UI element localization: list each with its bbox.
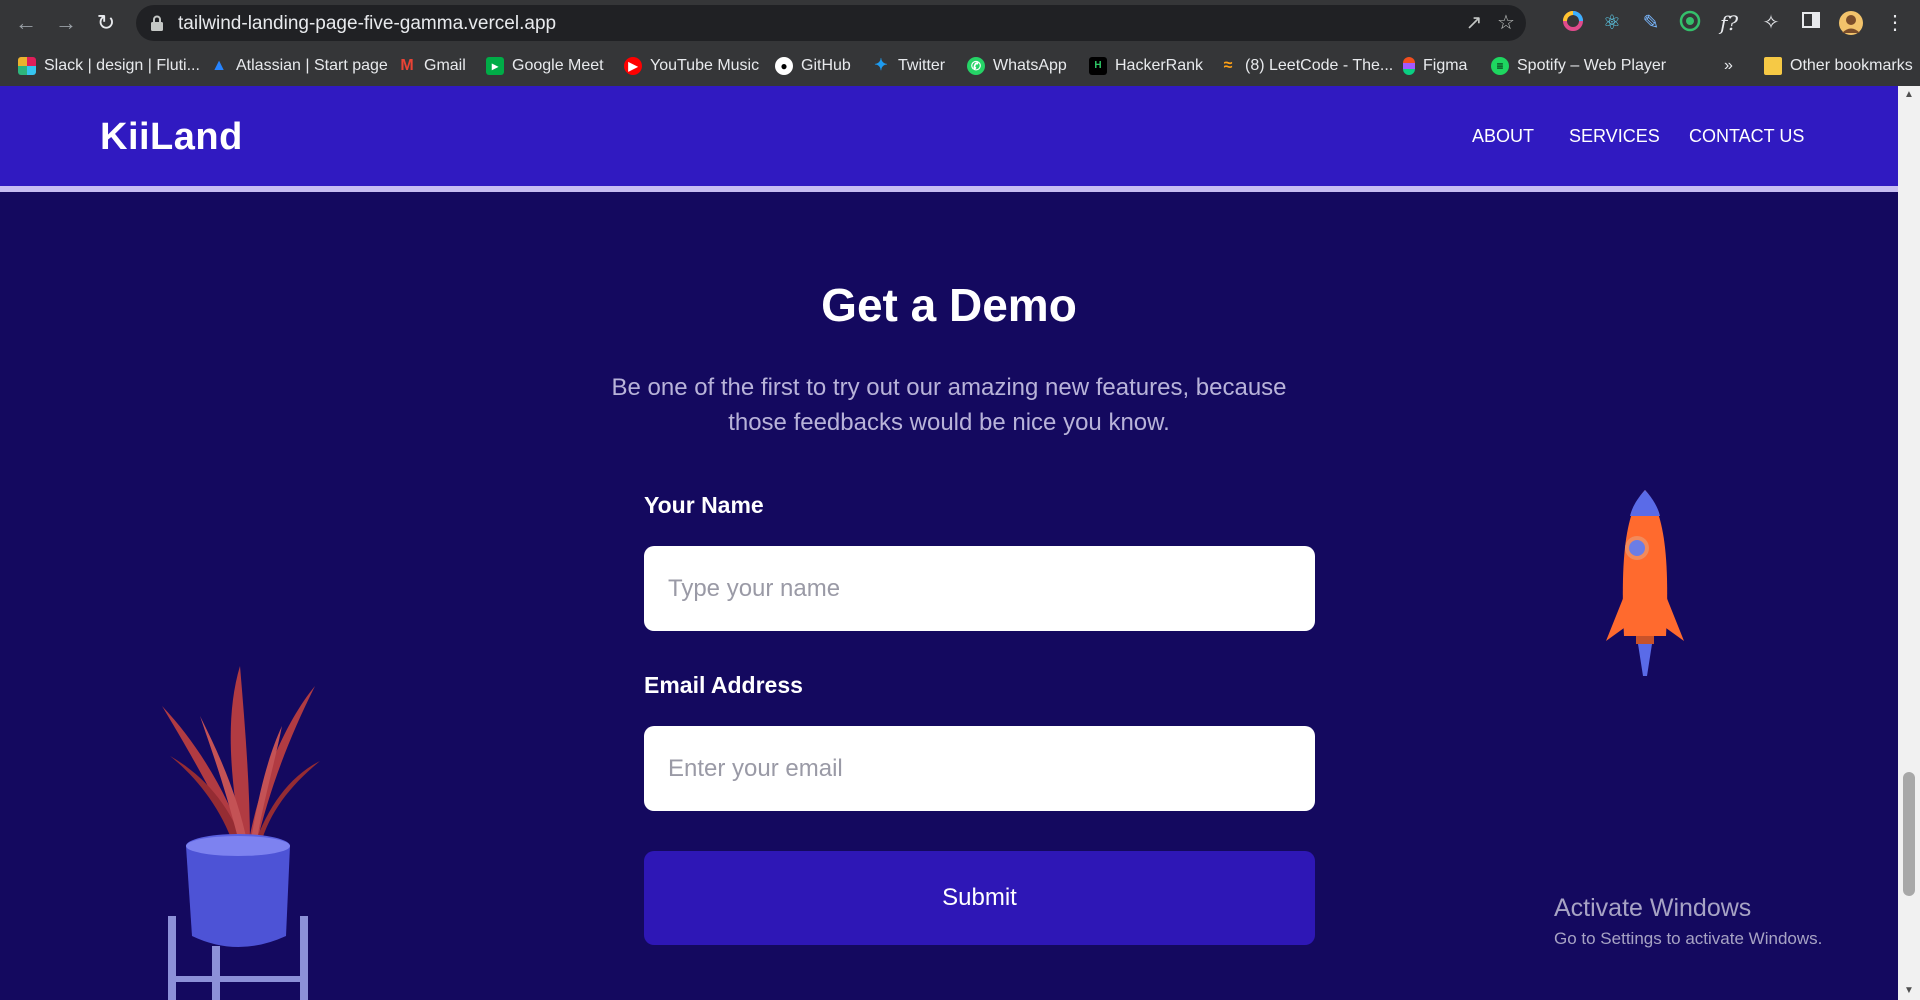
bookmark-slack[interactable]: Slack | design | Fluti...	[18, 54, 200, 78]
target-extension-icon[interactable]	[1677, 10, 1703, 36]
browser-chrome: ← → ↻ tailwind-landing-page-five-gamma.v…	[0, 0, 1920, 86]
whatsapp-icon: ✆	[967, 57, 985, 75]
demo-title: Get a Demo	[821, 279, 1077, 331]
forward-icon[interactable]: →	[54, 11, 78, 35]
page-scrollbar[interactable]: ▲ ▼	[1898, 86, 1920, 1000]
address-bar[interactable]: tailwind-landing-page-five-gamma.vercel.…	[136, 5, 1526, 41]
profile-avatar-icon[interactable]	[1838, 10, 1864, 36]
bookmarks-bar: Slack | design | Fluti... ▲ Atlassian | …	[0, 46, 1920, 86]
puzzle-icon[interactable]: ✧	[1758, 10, 1784, 36]
url-text: tailwind-landing-page-five-gamma.vercel.…	[178, 13, 557, 34]
twitter-icon: ✦	[874, 57, 888, 74]
name-input[interactable]	[644, 546, 1315, 631]
email-label: Email Address	[644, 672, 803, 698]
bookmark-label: Figma	[1423, 57, 1468, 74]
bookmark-label: Atlassian | Start page	[236, 57, 388, 74]
gmail-icon: M	[400, 57, 414, 74]
bookmark-label: Google Meet	[512, 57, 604, 74]
leetcode-icon: ≈	[1223, 57, 1233, 74]
bookmark-label: Gmail	[424, 57, 466, 74]
bookmark-spotify[interactable]: ≡ Spotify – Web Player	[1491, 54, 1666, 78]
scroll-down-icon[interactable]: ▼	[1898, 982, 1920, 1000]
name-label: Your Name	[644, 492, 764, 518]
github-icon: ●	[775, 57, 793, 75]
pen-extension-icon[interactable]: ✎	[1638, 10, 1664, 36]
bookmark-label: Other bookmarks	[1790, 57, 1913, 74]
nav-contact-us[interactable]: CONTACT US	[1689, 126, 1804, 147]
bookmark-youtube-music[interactable]: ▶ YouTube Music	[624, 54, 759, 78]
folder-icon	[1764, 57, 1782, 75]
bookmark-label: Spotify – Web Player	[1517, 57, 1667, 74]
browser-toolbar: ← → ↻ tailwind-landing-page-five-gamma.v…	[0, 0, 1920, 46]
hackerrank-icon: H	[1089, 57, 1107, 75]
bookmark-label: HackerRank	[1115, 57, 1204, 74]
slack-icon	[18, 57, 36, 75]
bookmarks-overflow-button[interactable]: »	[1724, 54, 1733, 78]
nav-about[interactable]: ABOUT	[1472, 126, 1534, 147]
lock-icon	[151, 15, 163, 31]
color-extension-icon[interactable]	[1560, 10, 1586, 36]
reload-icon[interactable]: ↻	[94, 11, 118, 35]
bookmark-star-icon[interactable]: ☆	[1494, 11, 1518, 35]
menu-kebab-icon[interactable]: ⋮	[1882, 10, 1908, 36]
submit-button[interactable]: Submit	[644, 851, 1315, 945]
bookmark-label: (8) LeetCode - The...	[1245, 57, 1394, 74]
scroll-up-icon[interactable]: ▲	[1898, 86, 1920, 104]
back-icon[interactable]: ←	[14, 11, 38, 35]
plant-illustration	[162, 666, 320, 1000]
bookmark-label: GitHub	[801, 57, 851, 74]
bookmark-twitter[interactable]: ✦ Twitter	[872, 54, 945, 78]
site-header: KiiLand ABOUT SERVICES CONTACT US	[0, 86, 1898, 192]
bookmark-label: Twitter	[898, 57, 946, 74]
bookmark-label: Slack | design | Fluti...	[44, 57, 200, 74]
rocket-illustration	[1606, 490, 1684, 676]
font-extension-icon[interactable]: f?	[1716, 10, 1742, 36]
atlassian-icon: ▲	[211, 57, 227, 74]
windows-activation-watermark: Activate Windows Go to Settings to activ…	[1554, 894, 1822, 949]
spotify-icon: ≡	[1491, 57, 1509, 75]
bookmark-atlassian[interactable]: ▲ Atlassian | Start page	[210, 54, 388, 78]
bookmark-whatsapp[interactable]: ✆ WhatsApp	[967, 54, 1067, 78]
other-bookmarks[interactable]: Other bookmarks	[1764, 54, 1913, 78]
bookmark-figma[interactable]: Figma	[1403, 54, 1467, 78]
bookmark-gmail[interactable]: M Gmail	[398, 54, 466, 78]
email-input[interactable]	[644, 726, 1315, 811]
youtube-music-icon: ▶	[624, 57, 642, 75]
bookmark-label: WhatsApp	[993, 57, 1067, 74]
bookmark-leetcode[interactable]: ≈ (8) LeetCode - The...	[1219, 54, 1394, 78]
nav-services[interactable]: SERVICES	[1569, 126, 1660, 147]
side-panel-icon[interactable]	[1798, 10, 1824, 36]
figma-icon	[1403, 57, 1415, 75]
site-logo[interactable]: KiiLand	[100, 116, 243, 159]
scroll-thumb[interactable]	[1903, 772, 1915, 896]
google-meet-icon: ▸	[486, 57, 504, 75]
demo-subtitle: Be one of the first to try out our amazi…	[611, 374, 1287, 436]
page-viewport: KiiLand ABOUT SERVICES CONTACT US Get a …	[0, 86, 1898, 1000]
bookmark-google-meet[interactable]: ▸ Google Meet	[486, 54, 604, 78]
bookmark-github[interactable]: ● GitHub	[775, 54, 851, 78]
react-devtools-icon[interactable]: ⚛	[1599, 10, 1625, 36]
watermark-title: Activate Windows	[1554, 894, 1752, 922]
bookmark-label: YouTube Music	[650, 57, 760, 74]
bookmark-hackerrank[interactable]: H HackerRank	[1089, 54, 1203, 78]
watermark-subtitle: Go to Settings to activate Windows.	[1554, 929, 1823, 948]
share-icon[interactable]: ↗	[1462, 11, 1486, 35]
